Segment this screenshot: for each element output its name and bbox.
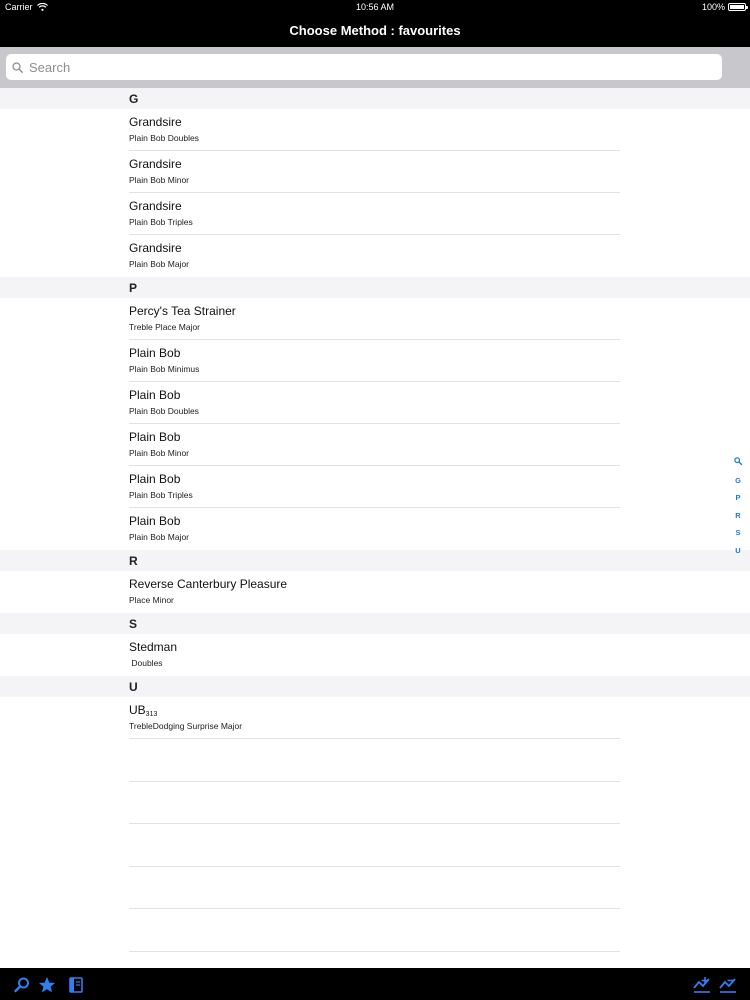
index-search[interactable] xyxy=(734,457,743,475)
page-title: Choose Method : favourites xyxy=(289,23,461,38)
navigation-bar: Choose Method : favourites xyxy=(0,14,750,47)
section-header-g: G xyxy=(0,88,750,109)
list-item[interactable]: Reverse Canterbury Pleasure Place Minor xyxy=(0,571,750,613)
list-item[interactable]: Plain Bob Plain Bob Doubles xyxy=(0,382,750,424)
method-remove-icon[interactable] xyxy=(719,976,737,994)
search-field[interactable] xyxy=(6,54,722,80)
list-item[interactable]: Grandsire Plain Bob Triples xyxy=(0,193,750,235)
list-item[interactable]: UB313 TrebleDodging Surprise Major xyxy=(0,697,750,739)
status-bar: Carrier 10:56 AM 100% xyxy=(0,0,750,14)
search-icon[interactable] xyxy=(13,976,31,994)
empty-row xyxy=(0,824,750,867)
index-letter-p[interactable]: P xyxy=(735,492,740,510)
section-header-r: R xyxy=(0,550,750,571)
list-item[interactable]: Grandsire Plain Bob Major xyxy=(0,235,750,277)
star-icon[interactable] xyxy=(38,976,56,994)
book-icon[interactable] xyxy=(67,976,85,994)
list-item[interactable]: Plain Bob Plain Bob Minor xyxy=(0,424,750,466)
search-input[interactable] xyxy=(27,58,711,76)
battery-percent: 100% xyxy=(701,2,725,12)
list-item[interactable]: Stedman Doubles xyxy=(0,634,750,676)
bottom-toolbar xyxy=(0,968,750,1000)
battery-icon xyxy=(728,3,748,11)
empty-row xyxy=(0,782,750,825)
empty-row xyxy=(0,739,750,782)
empty-row xyxy=(0,909,750,952)
index-letter-r[interactable]: R xyxy=(735,510,740,528)
methods-list[interactable]: G Grandsire Plain Bob Doubles Grandsire Pl… xyxy=(0,88,750,968)
index-letter-s[interactable]: S xyxy=(735,527,740,545)
list-item[interactable]: Grandsire Plain Bob Doubles xyxy=(0,109,750,151)
status-time: 10:56 AM xyxy=(355,2,395,12)
list-item[interactable]: Plain Bob Plain Bob Minimus xyxy=(0,340,750,382)
search-bar xyxy=(0,47,750,88)
list-item[interactable]: Grandsire Plain Bob Minor xyxy=(0,151,750,193)
list-item[interactable]: Plain Bob Plain Bob Major xyxy=(0,508,750,550)
magnifier-icon xyxy=(734,457,743,466)
search-icon xyxy=(12,61,23,73)
list-item[interactable]: Plain Bob Plain Bob Triples xyxy=(0,466,750,508)
section-header-s: S xyxy=(0,613,750,634)
section-index[interactable]: G P R S U xyxy=(732,457,744,563)
empty-row xyxy=(0,867,750,910)
battery-level xyxy=(730,5,744,9)
index-letter-g[interactable]: G xyxy=(735,475,741,493)
index-letter-u[interactable]: U xyxy=(735,545,740,563)
section-header-u: U xyxy=(0,676,750,697)
method-edit-icon[interactable] xyxy=(693,976,711,994)
list-item[interactable]: Percy's Tea Strainer Treble Place Major xyxy=(0,298,750,340)
section-header-p: P xyxy=(0,277,750,298)
